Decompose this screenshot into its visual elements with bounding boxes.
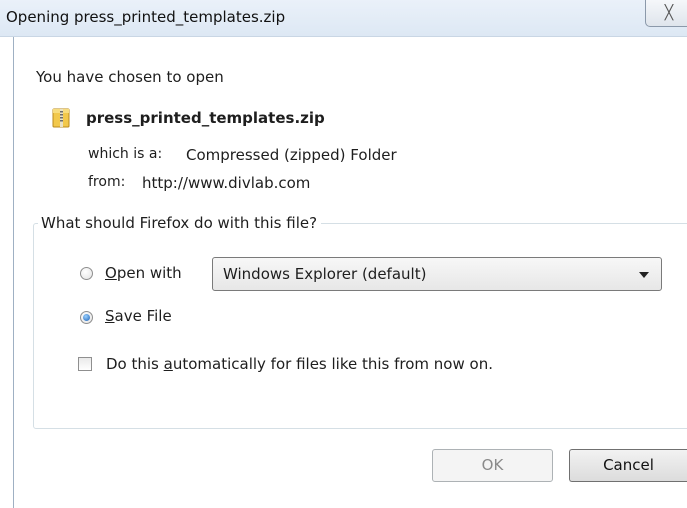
window-title: Opening press_printed_templates.zip [6, 8, 286, 26]
open-with-radio[interactable] [80, 267, 93, 280]
type-label: which is a: [88, 146, 163, 162]
zip-folder-icon [52, 108, 70, 128]
save-file-radio[interactable] [80, 311, 93, 324]
auto-checkbox[interactable] [78, 357, 92, 371]
action-legend: What should Firefox do with this file? [38, 214, 322, 232]
title-bar[interactable]: Opening press_printed_templates.zip ╳ [0, 0, 687, 37]
close-button[interactable]: ╳ [645, 0, 687, 27]
chevron-down-icon [639, 272, 649, 278]
type-value: Compressed (zipped) Folder [186, 146, 397, 164]
application-select-value: Windows Explorer (default) [223, 265, 427, 283]
file-name: press_printed_templates.zip [86, 109, 325, 127]
auto-label-after: utomatically for files like this from no… [172, 355, 493, 373]
from-value: http://www.divlab.com [142, 174, 311, 192]
application-select[interactable]: Windows Explorer (default) [212, 257, 662, 291]
save-file-label-rest: ave File [114, 307, 172, 325]
open-with-label[interactable]: Open with [105, 264, 182, 282]
cancel-button[interactable]: Cancel [569, 449, 687, 482]
from-label: from: [88, 174, 126, 190]
action-groupbox [33, 223, 687, 429]
auto-label-before: Do this [106, 355, 164, 373]
ok-button[interactable]: OK [432, 449, 553, 482]
save-file-accesskey: S [105, 307, 115, 325]
open-with-accesskey: O [105, 264, 117, 282]
close-icon: ╳ [664, 5, 674, 21]
auto-label[interactable]: Do this automatically for files like thi… [106, 355, 493, 373]
save-file-label[interactable]: Save File [105, 307, 172, 325]
auto-accesskey: a [163, 355, 173, 373]
intro-text: You have chosen to open [36, 68, 224, 86]
open-with-label-rest: pen with [116, 264, 182, 282]
